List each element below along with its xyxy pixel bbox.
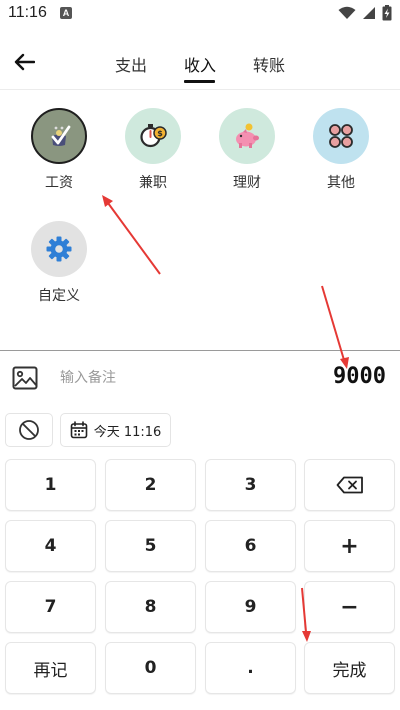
- status-time: 11:16: [8, 4, 47, 21]
- key-6[interactable]: 6: [205, 520, 296, 572]
- clover-icon: [329, 124, 353, 148]
- key-plus[interactable]: +: [304, 520, 395, 572]
- image-button[interactable]: [12, 366, 38, 394]
- ban-icon: [19, 420, 39, 440]
- key-1[interactable]: 1: [5, 459, 96, 511]
- active-tab-indicator: [184, 80, 215, 83]
- tab-transfer[interactable]: 转账: [253, 52, 285, 76]
- arrow-to-salary: [102, 195, 161, 275]
- key-7[interactable]: 7: [5, 581, 96, 633]
- category-finance-circle: [219, 108, 275, 164]
- category-custom-circle: [31, 221, 87, 277]
- category-other-circle: [313, 108, 369, 164]
- category-label: 其他: [327, 175, 355, 191]
- backspace-icon: [336, 476, 363, 494]
- key-8[interactable]: 8: [105, 581, 196, 633]
- category-parttime[interactable]: $ 兼职: [113, 108, 193, 192]
- key-2[interactable]: 2: [105, 459, 196, 511]
- category-label: 工资: [45, 175, 73, 191]
- note-input[interactable]: [60, 366, 260, 390]
- category-label: 自定义: [38, 288, 80, 304]
- done-button[interactable]: 完成: [304, 642, 395, 694]
- status-badge: A: [60, 7, 72, 19]
- key-dot[interactable]: .: [205, 642, 296, 694]
- gear-icon: [46, 236, 72, 262]
- piggy-bank-icon: [236, 123, 259, 148]
- category-salary-circle: [31, 108, 87, 164]
- signal-icon: [363, 7, 375, 19]
- amount-display: 9000: [333, 364, 386, 389]
- category-other[interactable]: 其他: [301, 108, 381, 192]
- category-salary[interactable]: 工资: [19, 108, 99, 192]
- key-0[interactable]: 0: [105, 642, 196, 694]
- category-label: 理财: [233, 175, 261, 191]
- wifi-icon: [338, 6, 356, 19]
- key-minus[interactable]: −: [304, 581, 395, 633]
- arrow-to-amount: [321, 285, 349, 369]
- key-backspace[interactable]: [304, 459, 395, 511]
- date-chip[interactable]: 今天 11:16: [60, 413, 171, 447]
- header-divider: [0, 89, 400, 90]
- record-again-button[interactable]: 再记: [5, 642, 96, 694]
- back-button[interactable]: [10, 48, 38, 76]
- key-9[interactable]: 9: [205, 581, 296, 633]
- date-label: 今天 11:16: [93, 424, 162, 440]
- key-5[interactable]: 5: [105, 520, 196, 572]
- status-bar: 11:16 A: [0, 0, 400, 28]
- tab-expense[interactable]: 支出: [115, 52, 147, 76]
- category-parttime-circle: $: [125, 108, 181, 164]
- calendar-icon: [70, 421, 87, 439]
- no-item-chip[interactable]: [5, 413, 53, 447]
- battery-icon: [382, 5, 392, 21]
- key-4[interactable]: 4: [5, 520, 96, 572]
- status-icons: [338, 4, 392, 22]
- svg-text:$: $: [157, 129, 163, 138]
- stopwatch-coin-icon: $: [140, 124, 167, 148]
- input-divider: [0, 350, 400, 351]
- salary-icon: [51, 125, 71, 146]
- category-finance[interactable]: 理财: [207, 108, 287, 192]
- key-3[interactable]: 3: [205, 459, 296, 511]
- arrow-left-icon: [14, 53, 35, 71]
- tab-income[interactable]: 收入: [184, 52, 216, 76]
- category-custom[interactable]: 自定义: [19, 221, 99, 305]
- category-label: 兼职: [139, 175, 167, 191]
- type-header: 支出 收入 转账: [0, 40, 400, 86]
- image-icon: [12, 366, 38, 390]
